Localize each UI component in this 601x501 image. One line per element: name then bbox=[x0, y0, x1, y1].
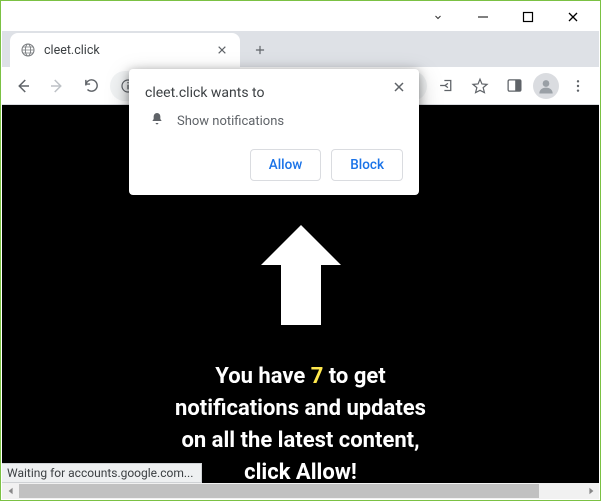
horizontal-scrollbar[interactable] bbox=[2, 483, 599, 499]
share-button[interactable] bbox=[431, 71, 461, 101]
panel-icon bbox=[506, 77, 523, 94]
profile-avatar[interactable] bbox=[533, 73, 559, 99]
msg-pre: You have bbox=[215, 364, 310, 389]
window-chevron-button[interactable] bbox=[415, 3, 460, 31]
window-minimize-button[interactable] bbox=[460, 3, 505, 31]
window-maximize-button[interactable] bbox=[505, 3, 550, 31]
allow-button[interactable]: Allow bbox=[250, 149, 322, 181]
side-panel-button[interactable] bbox=[499, 71, 529, 101]
triangle-left-icon bbox=[7, 487, 15, 495]
permission-title: cleet.click wants to bbox=[145, 85, 403, 101]
forward-button[interactable] bbox=[42, 71, 72, 101]
bell-icon bbox=[149, 111, 165, 131]
close-icon bbox=[567, 11, 579, 23]
back-button[interactable] bbox=[8, 71, 38, 101]
permission-type: Show notifications bbox=[177, 114, 284, 129]
msg-line3: on all the latest content, bbox=[181, 428, 419, 453]
block-button[interactable]: Block bbox=[331, 149, 403, 181]
kebab-icon bbox=[570, 78, 586, 94]
scroll-left-button[interactable] bbox=[2, 483, 19, 499]
minimize-icon bbox=[477, 11, 489, 23]
share-icon bbox=[438, 77, 455, 94]
msg-line4: click Allow! bbox=[244, 460, 357, 483]
permission-actions: Allow Block bbox=[145, 149, 403, 181]
star-icon bbox=[471, 77, 489, 95]
msg-line2: notifications and updates bbox=[175, 396, 426, 421]
arrow-up-graphic bbox=[251, 215, 351, 339]
person-icon bbox=[536, 76, 556, 96]
close-icon bbox=[217, 45, 227, 55]
window-close-button[interactable] bbox=[550, 3, 595, 31]
permission-close-button[interactable] bbox=[389, 77, 409, 97]
browser-tab[interactable]: cleet.click bbox=[10, 33, 240, 67]
permission-prompt: cleet.click wants to Show notifications … bbox=[129, 69, 419, 195]
window-titlebar bbox=[2, 2, 599, 31]
reload-icon bbox=[83, 77, 100, 94]
tab-close-button[interactable] bbox=[214, 42, 230, 58]
status-bar: Waiting for accounts.google.com... bbox=[2, 463, 202, 483]
scrollbar-track[interactable] bbox=[19, 483, 582, 499]
close-icon bbox=[393, 81, 405, 93]
chevron-down-icon bbox=[432, 11, 444, 23]
menu-button[interactable] bbox=[563, 71, 593, 101]
tab-strip: cleet.click bbox=[2, 31, 599, 67]
permission-row: Show notifications bbox=[145, 111, 403, 131]
scrollbar-thumb[interactable] bbox=[19, 484, 539, 498]
new-tab-button[interactable] bbox=[246, 36, 274, 64]
tab-title: cleet.click bbox=[44, 43, 206, 58]
globe-icon bbox=[20, 42, 36, 58]
bookmark-button[interactable] bbox=[465, 71, 495, 101]
reload-button[interactable] bbox=[76, 71, 106, 101]
arrow-right-icon bbox=[48, 77, 66, 95]
msg-countdown: 7 bbox=[311, 364, 324, 389]
msg-post1: to get bbox=[323, 364, 385, 389]
maximize-icon bbox=[522, 11, 534, 23]
plus-icon bbox=[253, 43, 267, 57]
arrow-left-icon bbox=[14, 77, 32, 95]
triangle-right-icon bbox=[587, 487, 595, 495]
scroll-right-button[interactable] bbox=[582, 483, 599, 499]
